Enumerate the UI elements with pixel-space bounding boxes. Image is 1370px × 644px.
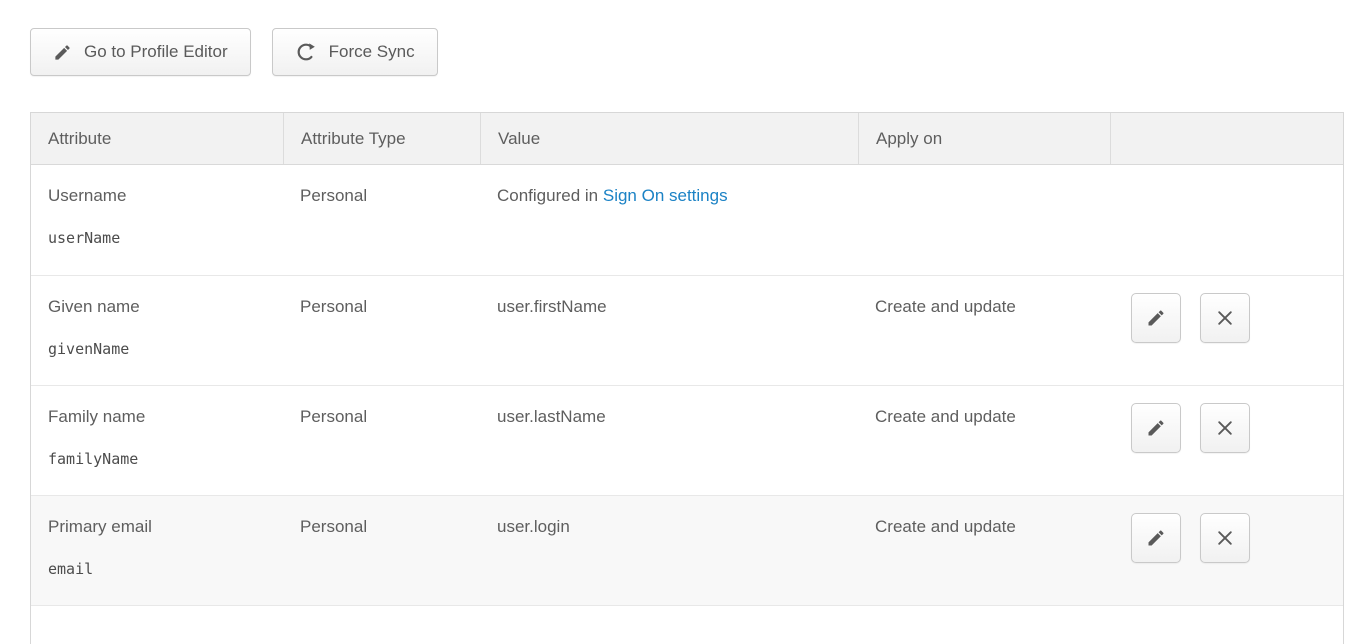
edit-attribute-button[interactable] <box>1131 403 1181 453</box>
value-cell: user.lastName <box>480 386 858 495</box>
column-header-attribute: Attribute <box>31 113 283 164</box>
value-cell: Configured in Sign On settings <box>480 165 858 275</box>
edit-attribute-button[interactable] <box>1131 293 1181 343</box>
table-header: Attribute Attribute Type Value Apply on <box>31 113 1343 165</box>
attribute-variable-name: userName <box>48 229 266 247</box>
column-header-actions <box>1110 113 1343 164</box>
attribute-cell: Primary email email <box>31 496 283 605</box>
pencil-icon <box>53 43 72 62</box>
attribute-type-cell: Personal <box>283 276 480 385</box>
attribute-label: Primary email <box>48 517 266 537</box>
attribute-cell: Username userName <box>31 165 283 275</box>
attribute-label: Family name <box>48 407 266 427</box>
attribute-mapping-table: Attribute Attribute Type Value Apply on … <box>30 112 1344 644</box>
column-header-apply-on: Apply on <box>858 113 1110 164</box>
attribute-type-cell: Personal <box>283 165 480 275</box>
force-sync-button[interactable]: Force Sync <box>272 28 438 76</box>
apply-on-cell: Create and update <box>858 386 1110 495</box>
delete-attribute-button[interactable] <box>1200 513 1250 563</box>
attribute-type-cell: Personal <box>283 496 480 605</box>
actions-cell <box>1110 496 1343 605</box>
attribute-label: Username <box>48 186 266 206</box>
x-icon <box>1215 418 1235 438</box>
attribute-variable-name: givenName <box>48 340 266 358</box>
go-to-profile-editor-button[interactable]: Go to Profile Editor <box>30 28 251 76</box>
actions-cell <box>1110 386 1343 495</box>
value-cell: user.login <box>480 496 858 605</box>
attribute-label: Given name <box>48 297 266 317</box>
apply-on-cell <box>858 165 1110 275</box>
table-row: Primary email email Personal user.login … <box>31 495 1343 605</box>
go-to-profile-editor-label: Go to Profile Editor <box>84 42 228 62</box>
value-cell: user.firstName <box>480 276 858 385</box>
table-row-partial <box>31 605 1343 644</box>
table-row: Username userName Personal Configured in… <box>31 165 1343 275</box>
attribute-variable-name: email <box>48 560 266 578</box>
attribute-type-cell: Personal <box>283 386 480 495</box>
delete-attribute-button[interactable] <box>1200 293 1250 343</box>
apply-on-cell: Create and update <box>858 276 1110 385</box>
attribute-cell: Given name givenName <box>31 276 283 385</box>
force-sync-label: Force Sync <box>329 42 415 62</box>
delete-attribute-button[interactable] <box>1200 403 1250 453</box>
toolbar: Go to Profile Editor Force Sync <box>0 0 1370 76</box>
column-header-attribute-type: Attribute Type <box>283 113 480 164</box>
x-icon <box>1215 528 1235 548</box>
pencil-icon <box>1146 418 1166 438</box>
sign-on-settings-link[interactable]: Sign On settings <box>603 186 728 205</box>
attribute-cell: Family name familyName <box>31 386 283 495</box>
attribute-variable-name: familyName <box>48 450 266 468</box>
column-header-value: Value <box>480 113 858 164</box>
refresh-icon <box>295 41 317 63</box>
x-icon <box>1215 308 1235 328</box>
pencil-icon <box>1146 528 1166 548</box>
actions-cell <box>1110 276 1343 385</box>
table-row: Given name givenName Personal user.first… <box>31 275 1343 385</box>
pencil-icon <box>1146 308 1166 328</box>
actions-cell <box>1110 165 1343 275</box>
value-text: Configured in <box>497 186 598 205</box>
apply-on-cell: Create and update <box>858 496 1110 605</box>
table-row: Family name familyName Personal user.las… <box>31 385 1343 495</box>
edit-attribute-button[interactable] <box>1131 513 1181 563</box>
